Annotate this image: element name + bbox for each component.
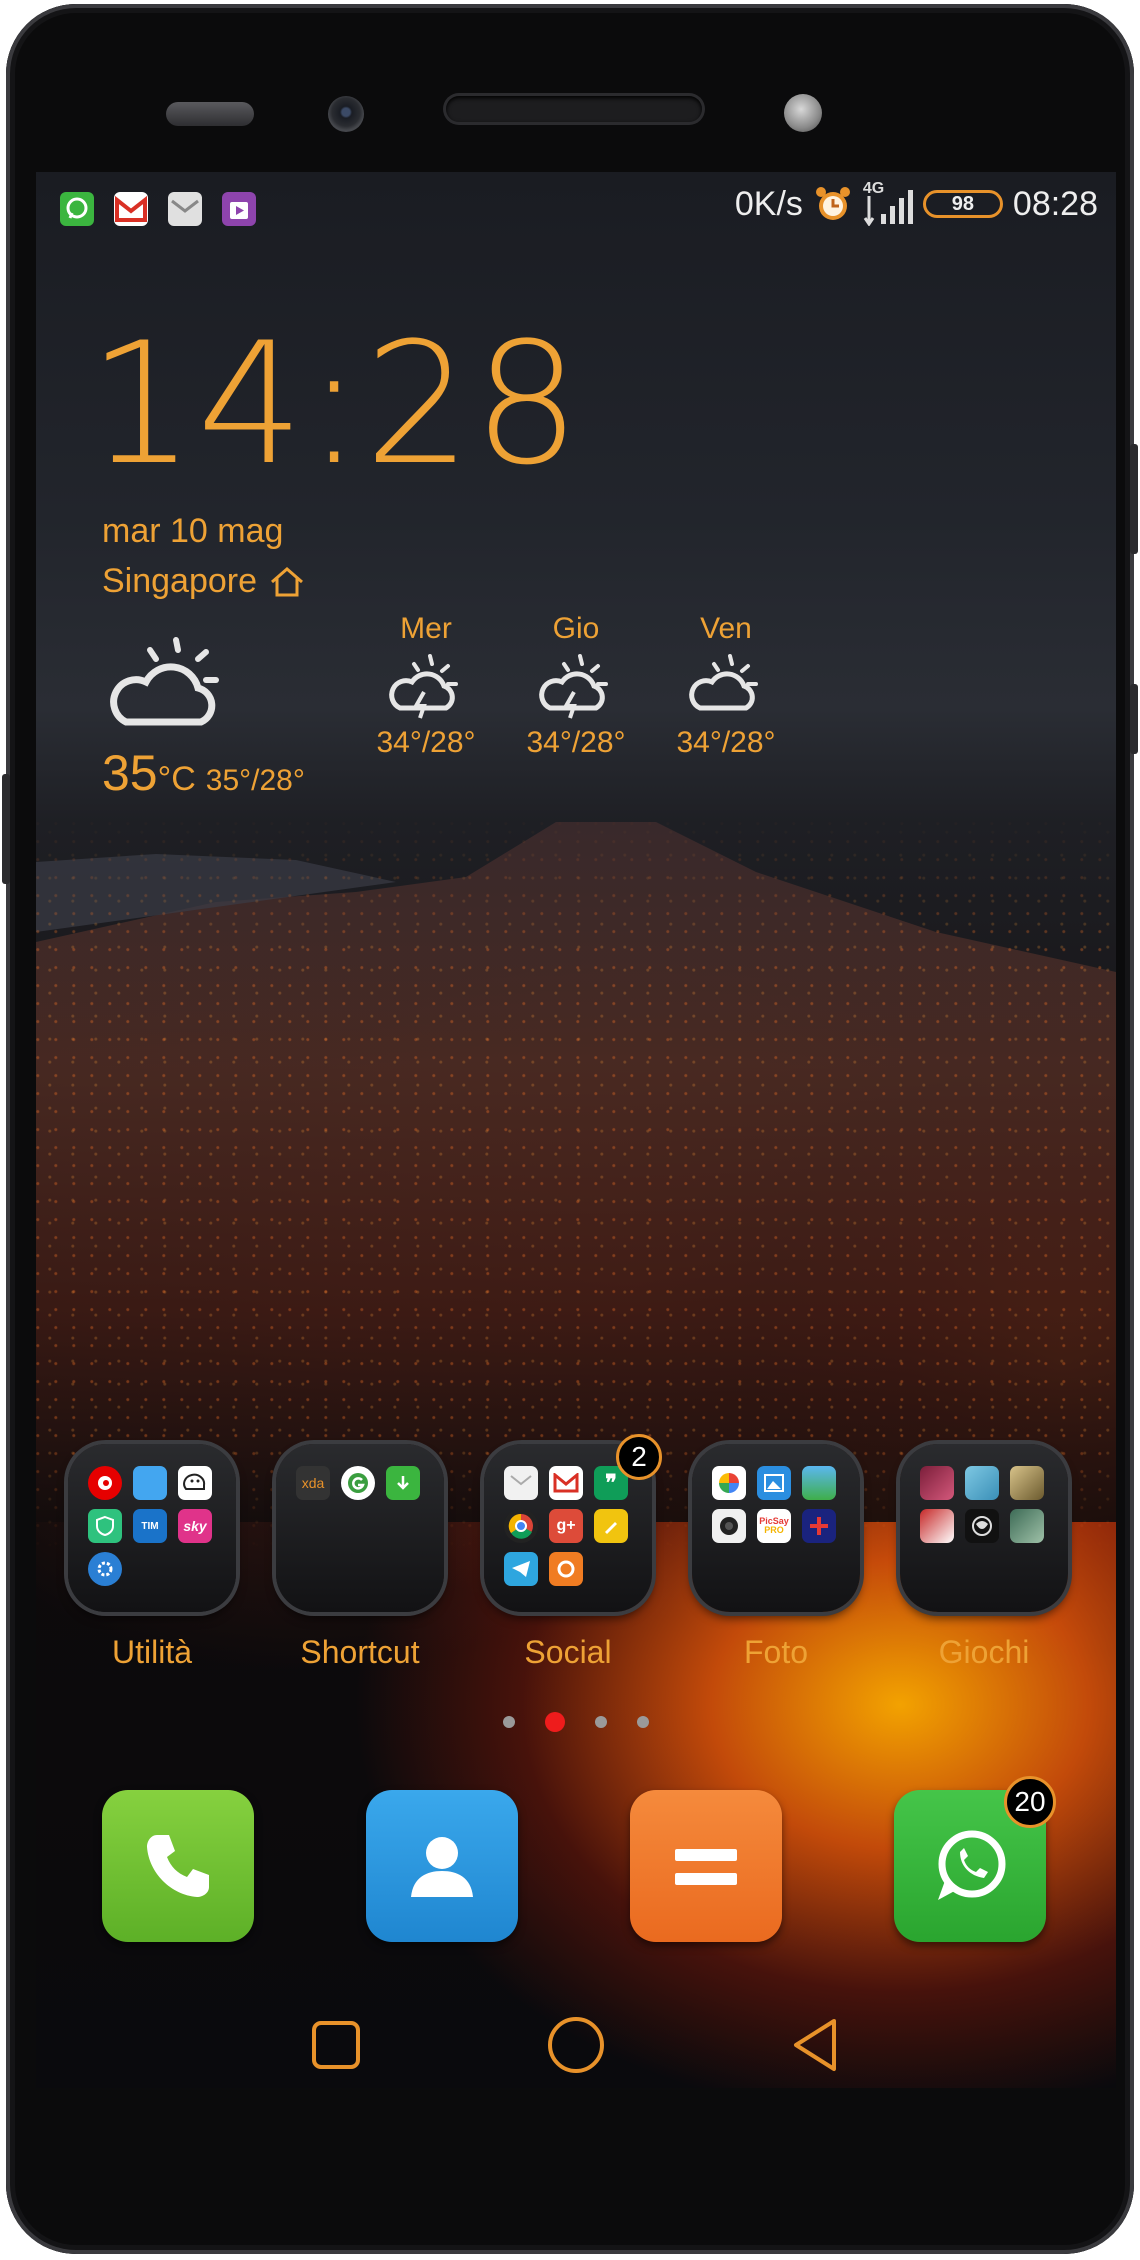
telegram-icon: [504, 1552, 538, 1586]
game-6-icon: [1010, 1509, 1044, 1543]
folder-giochi[interactable]: [900, 1444, 1068, 1612]
chrome-icon: [504, 1509, 538, 1543]
xda-icon: xda: [296, 1466, 330, 1500]
page-dot[interactable]: [595, 1716, 607, 1728]
thunderstorm-icon: [389, 654, 458, 719]
forecast-day-3[interactable]: Ven 34°/28°: [666, 612, 786, 760]
clock-date: mar 10 mag: [102, 512, 284, 550]
calculator-app-icon[interactable]: [630, 1790, 782, 1942]
temp-unit: °C: [157, 760, 196, 798]
landscape-icon: [802, 1466, 836, 1500]
folder-notification-badge: 2: [616, 1434, 662, 1480]
folder-label-giochi: Giochi: [938, 1634, 1030, 1670]
power-button: [1130, 444, 1138, 554]
network-type: 4G: [862, 180, 885, 197]
folder-social[interactable]: ❞ g+ 2: [484, 1434, 662, 1612]
greenify-icon: [341, 1466, 375, 1500]
page-dot[interactable]: [503, 1716, 515, 1728]
forecast-day-1[interactable]: Mer 34°/28°: [366, 612, 486, 760]
home-screen: 0K/s 4G 98 08:28 14:28 mar 10 mag Singap…: [36, 172, 1116, 2088]
signal-icon: 4G: [862, 180, 913, 226]
forecast-day-2[interactable]: Gio 34°/28°: [516, 612, 636, 760]
cross-app-icon: [802, 1509, 836, 1543]
status-time: 08:28: [1012, 184, 1098, 223]
photos-icon: [712, 1466, 746, 1500]
phone-frame: 0K/s 4G 98 08:28 14:28 mar 10 mag Singap…: [2, 4, 1138, 2254]
gear-app-icon: [88, 1552, 122, 1586]
game-5-icon: [965, 1509, 999, 1543]
orange-app-icon: [549, 1552, 583, 1586]
earpiece: [446, 96, 702, 122]
front-camera: [328, 96, 364, 132]
tim-icon: TIM: [133, 1509, 167, 1543]
phone-app-icon[interactable]: [102, 1790, 254, 1942]
recent-apps-button[interactable]: [301, 2010, 371, 2080]
network-speed: 0K/s: [734, 184, 803, 223]
partly-cloudy-icon: [689, 654, 758, 711]
game-1-icon: [920, 1466, 954, 1500]
folder-utilita[interactable]: TIM sky: [68, 1444, 236, 1612]
partly-cloudy-icon[interactable]: [106, 632, 226, 732]
folder-label-shortcut: Shortcut: [300, 1634, 420, 1670]
page-dot-active[interactable]: [545, 1712, 565, 1732]
forecast-range: 34°/28°: [676, 726, 776, 759]
email-app-icon: [504, 1466, 538, 1500]
home-icon: [271, 566, 303, 596]
picsay-pro-icon: PicSay PRO: [757, 1509, 791, 1543]
page-indicator[interactable]: [36, 1712, 1116, 1732]
forecast-day-label: Gio: [552, 612, 600, 645]
google-plus-icon: g+: [549, 1509, 583, 1543]
folder-shortcut[interactable]: xda: [276, 1444, 444, 1612]
back-button[interactable]: [781, 2010, 851, 2080]
status-bar: 0K/s 4G 98 08:28: [36, 172, 1116, 236]
game-4-icon: [920, 1509, 954, 1543]
picsay-pro-text: PRO: [764, 1525, 784, 1535]
folder-label-utilita: Utilità: [111, 1634, 192, 1670]
gmail-notification-icon: [114, 192, 148, 226]
city-name: Singapore: [102, 562, 258, 600]
current-temperature: 35 °C 35°/28°: [102, 744, 305, 802]
whatsapp-app-icon[interactable]: 20: [894, 1776, 1056, 1942]
play-store-notification-icon: [222, 192, 256, 226]
keep-icon: [594, 1509, 628, 1543]
gallery-icon: [757, 1466, 791, 1500]
game-2-icon: [965, 1466, 999, 1500]
status-indicators: 0K/s 4G 98 08:28: [735, 180, 1098, 228]
folder-foto[interactable]: PicSay PRO: [692, 1444, 860, 1612]
forecast-day-label: Mer: [400, 612, 452, 645]
volume-button: [2, 774, 10, 884]
weather-city[interactable]: Singapore: [102, 562, 305, 601]
contacts-app-icon[interactable]: [366, 1790, 518, 1942]
proximity-sensor: [784, 94, 822, 132]
sky-icon: sky: [178, 1509, 212, 1543]
game-3-icon: [1010, 1466, 1044, 1500]
thunderstorm-icon: [539, 654, 608, 719]
forecast-range: 34°/28°: [376, 726, 476, 759]
home-button[interactable]: [541, 2010, 611, 2080]
battery-indicator: 98: [922, 190, 1003, 218]
folder-label-social: Social: [524, 1634, 612, 1670]
gmail-app-icon: [549, 1466, 583, 1500]
camera-app-icon: [712, 1509, 746, 1543]
email-notification-icon: [168, 192, 202, 226]
vodafone-icon: [88, 1466, 122, 1500]
whatsapp-notification-icon: [60, 192, 94, 226]
front-speaker: [166, 102, 254, 126]
folder-label-foto: Foto: [743, 1634, 809, 1670]
forecast-range: 34°/28°: [526, 726, 626, 759]
forecast-day-label: Ven: [700, 612, 752, 645]
current-temp-value: 35: [102, 745, 158, 801]
whatsapp-notification-badge: 20: [1004, 1776, 1056, 1828]
navigation-bar: [36, 1992, 1116, 2088]
download-icon: [386, 1466, 420, 1500]
side-button: [1130, 684, 1138, 754]
alarm-icon: [815, 187, 850, 220]
files-icon: [133, 1466, 167, 1500]
page-dot[interactable]: [637, 1716, 649, 1728]
current-temp-range: 35°/28°: [205, 764, 305, 797]
security-icon: [88, 1509, 122, 1543]
clock-time[interactable]: 14:28: [88, 320, 582, 488]
waze-icon: [178, 1466, 212, 1500]
